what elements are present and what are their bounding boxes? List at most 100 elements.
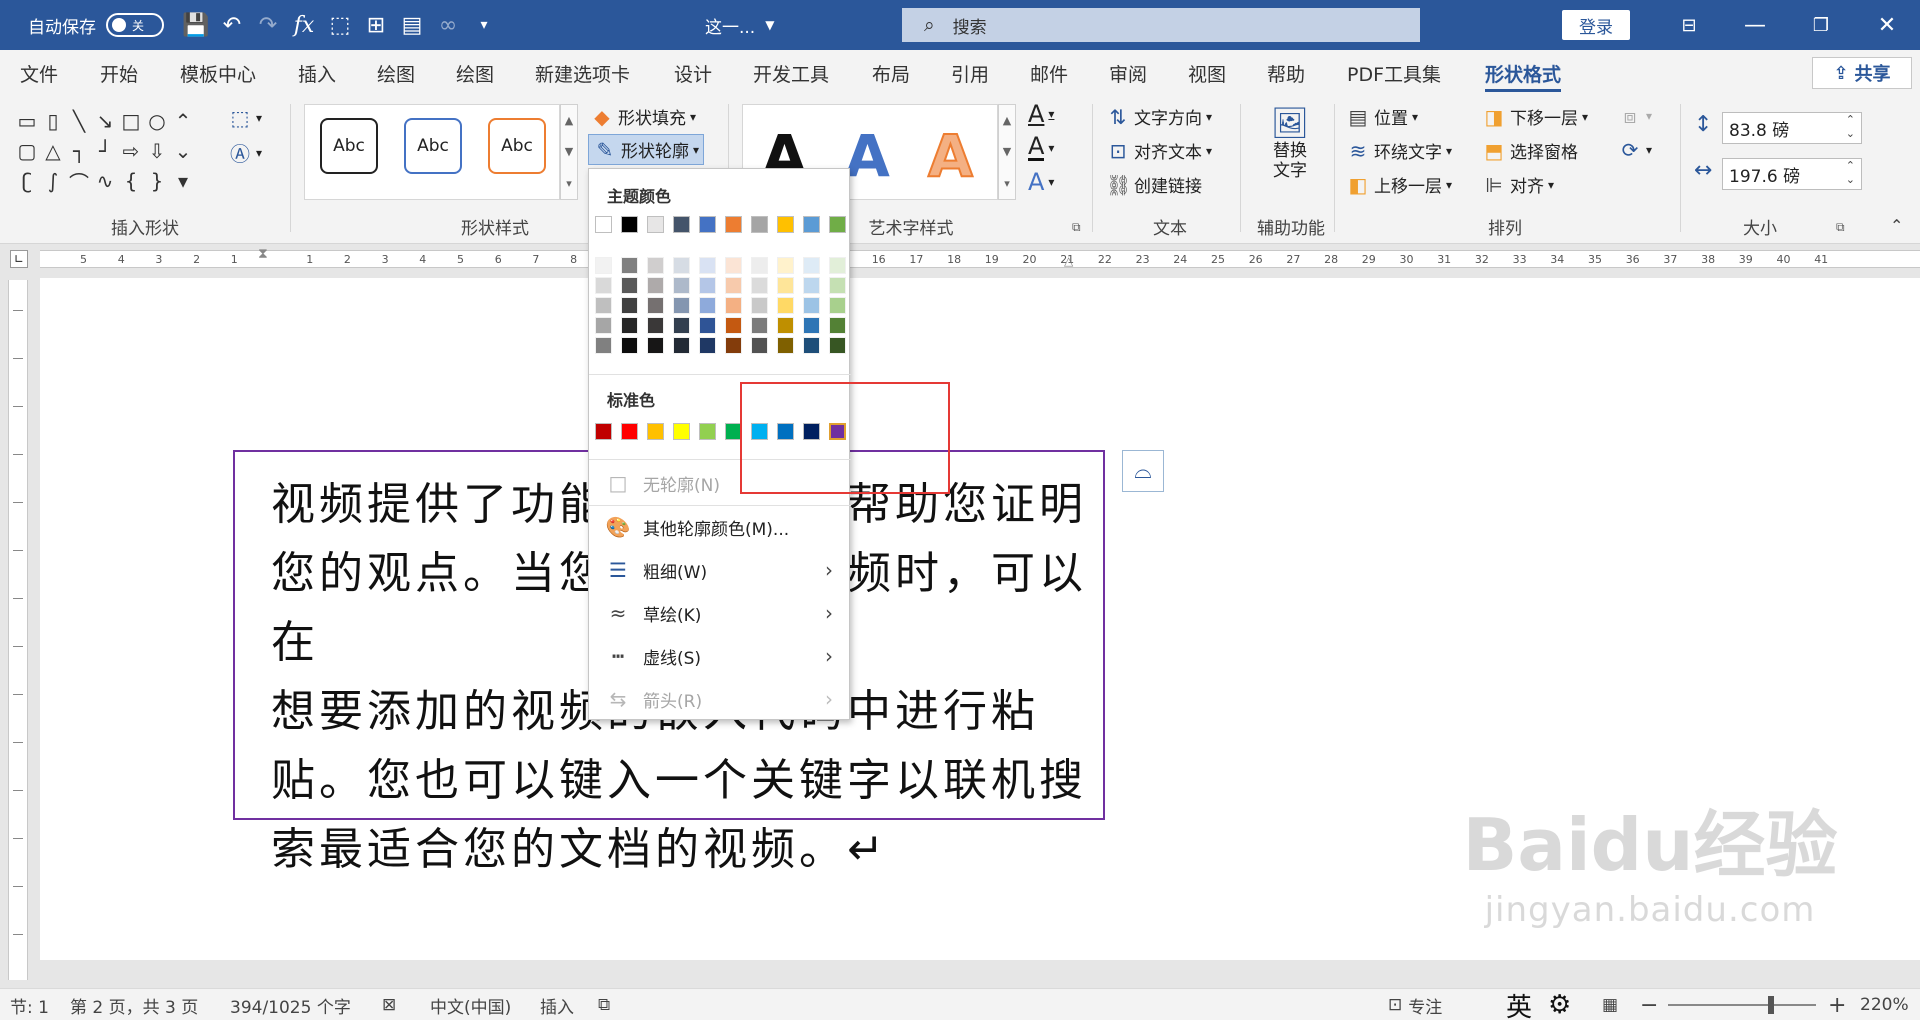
theme-shade-swatch[interactable] <box>803 257 820 274</box>
text-direction-button[interactable]: ⇅ 文字方向 ▾ <box>1106 104 1212 130</box>
theme-shade-swatch[interactable] <box>725 337 742 354</box>
theme-shade-swatch[interactable] <box>829 317 846 334</box>
shape-width-input[interactable]: 197.6 磅 <box>1722 158 1862 190</box>
hierarchy-icon[interactable]: ⊞ <box>358 0 394 50</box>
shape-outline-button[interactable]: ✎ 形状轮廓 ▾ <box>588 134 705 165</box>
language-indicator[interactable]: 中文(中国) <box>430 989 511 1020</box>
standard-color-swatch[interactable] <box>621 423 638 440</box>
expand-gallery-icon[interactable]: ▾ <box>1004 177 1010 190</box>
theme-shade-swatch[interactable] <box>621 317 638 334</box>
right-arrow-shape-icon[interactable]: ⇨ <box>118 136 144 166</box>
theme-shade-swatch[interactable] <box>829 277 846 294</box>
theme-shade-swatch[interactable] <box>673 277 690 294</box>
login-button[interactable]: 登录 <box>1562 10 1630 40</box>
link-icon[interactable]: ∞ <box>430 0 466 50</box>
theme-color-swatch[interactable] <box>673 216 690 233</box>
ime-indicator[interactable]: 英 <box>1506 989 1532 1020</box>
zoom-level[interactable]: 220% <box>1860 989 1909 1020</box>
right-indent-icon[interactable]: △ <box>1064 254 1073 268</box>
wave-icon[interactable]: ∿ <box>92 166 118 196</box>
weight-item[interactable]: ☰ 粗细(W) › <box>605 552 841 588</box>
tab-view[interactable]: 视图 <box>1188 50 1226 96</box>
theme-shade-swatch[interactable] <box>699 277 716 294</box>
connector-icon[interactable]: ┐ <box>66 136 92 166</box>
standard-color-swatch[interactable] <box>673 423 690 440</box>
tab-draw-2[interactable]: 绘图 <box>456 50 494 96</box>
shape-style-orange[interactable]: Abc <box>488 118 546 174</box>
line-shape-icon[interactable]: ╲ <box>66 106 92 136</box>
theme-shade-swatch[interactable] <box>777 317 794 334</box>
wordart-style-blue[interactable]: A <box>845 122 890 190</box>
tab-pdf-tools[interactable]: PDF工具集 <box>1347 50 1441 96</box>
theme-color-swatch[interactable] <box>725 216 742 233</box>
theme-shade-swatch[interactable] <box>673 297 690 314</box>
right-brace-icon[interactable]: } <box>144 166 170 196</box>
proofing-icon[interactable]: ⊠ <box>382 989 396 1020</box>
theme-shade-swatch[interactable] <box>751 297 768 314</box>
theme-shade-swatch[interactable] <box>751 257 768 274</box>
collapse-ribbon-icon[interactable]: ⌃ <box>1890 216 1903 235</box>
theme-shade-swatch[interactable] <box>829 337 846 354</box>
theme-shade-swatch[interactable] <box>725 257 742 274</box>
tab-shape-format[interactable]: 形状格式 <box>1485 50 1562 96</box>
theme-shade-swatch[interactable] <box>803 337 820 354</box>
standard-color-swatch[interactable] <box>647 423 664 440</box>
select-icon[interactable]: ⬚ <box>322 0 358 50</box>
theme-color-swatch[interactable] <box>777 216 794 233</box>
theme-shade-swatch[interactable] <box>647 317 664 334</box>
scroll-down-icon[interactable]: ▼ <box>565 145 573 158</box>
edit-shape-button[interactable]: ⬚ ▾ <box>228 106 262 130</box>
theme-shade-swatch[interactable] <box>803 277 820 294</box>
theme-shade-swatch[interactable] <box>725 317 742 334</box>
theme-shade-swatch[interactable] <box>621 257 638 274</box>
theme-shade-swatch[interactable] <box>647 257 664 274</box>
customize-qat-icon[interactable]: ▾ <box>466 0 502 50</box>
theme-shade-swatch[interactable] <box>647 337 664 354</box>
theme-shade-swatch[interactable] <box>595 297 612 314</box>
autosave-toggle[interactable]: 关 <box>106 13 164 37</box>
rectangle-shape-icon[interactable]: □ <box>118 106 144 136</box>
group-objects-button[interactable]: ⧈ ▾ <box>1618 104 1652 128</box>
left-brace-icon[interactable]: { <box>118 166 144 196</box>
draw-textbox-button[interactable]: Ⓐ ▾ <box>228 138 262 167</box>
ime-settings-icon[interactable]: ⚙ <box>1548 989 1571 1020</box>
arc-icon[interactable]: ⌒ <box>66 166 92 196</box>
theme-shade-swatch[interactable] <box>621 337 638 354</box>
freeform-icon[interactable]: ʗ <box>14 166 40 196</box>
shape-fill-button[interactable]: ◆ 形状填充 ▾ <box>590 104 696 130</box>
align-text-button[interactable]: ⊡ 对齐文本 ▾ <box>1106 138 1212 164</box>
vertical-textbox-icon[interactable]: ▯ <box>40 106 66 136</box>
theme-shade-swatch[interactable] <box>751 337 768 354</box>
wrap-text-button[interactable]: ≋ 环绕文字 ▾ <box>1346 138 1452 164</box>
theme-color-swatch[interactable] <box>829 216 846 233</box>
standard-color-swatch[interactable] <box>595 423 612 440</box>
more-outline-colors-item[interactable]: 🎨 其他轮廓颜色(M)... <box>605 509 841 545</box>
theme-shade-swatch[interactable] <box>725 277 742 294</box>
theme-shade-swatch[interactable] <box>725 297 742 314</box>
tab-home[interactable]: 开始 <box>100 50 138 96</box>
tab-help[interactable]: 帮助 <box>1267 50 1305 96</box>
theme-shade-swatch[interactable] <box>751 317 768 334</box>
theme-shade-swatch[interactable] <box>699 257 716 274</box>
send-backward-button[interactable]: ◨ 下移一层 ▾ <box>1482 104 1588 130</box>
autosave[interactable]: 自动保存 关 <box>28 0 164 50</box>
zoom-out-button[interactable]: − <box>1640 989 1658 1020</box>
theme-shade-swatch[interactable] <box>777 297 794 314</box>
share-button[interactable]: ⇪ 共享 <box>1812 57 1912 89</box>
elbow-connector-icon[interactable]: ┘ <box>92 136 118 166</box>
theme-shade-swatch[interactable] <box>777 257 794 274</box>
rotate-button[interactable]: ⟳ ▾ <box>1618 138 1652 162</box>
theme-shade-swatch[interactable] <box>595 337 612 354</box>
down-arrow-shape-icon[interactable]: ⇩ <box>144 136 170 166</box>
vertical-ruler[interactable] <box>8 280 28 980</box>
macro-icon[interactable]: ⧉ <box>598 989 610 1020</box>
theme-shade-swatch[interactable] <box>829 297 846 314</box>
curve-icon[interactable]: ∫ <box>40 166 66 196</box>
formula-icon[interactable]: fx <box>286 0 322 50</box>
selection-pane-button[interactable]: ⬒ 选择窗格 <box>1482 138 1578 164</box>
style-gallery-scroll[interactable]: ▲ ▼ ▾ <box>560 104 578 200</box>
document-icon[interactable]: ▤ <box>394 0 430 50</box>
redo-icon[interactable]: ↷ <box>250 0 286 50</box>
layout-options-button[interactable]: ⌓ <box>1122 450 1164 492</box>
theme-shade-swatch[interactable] <box>621 297 638 314</box>
